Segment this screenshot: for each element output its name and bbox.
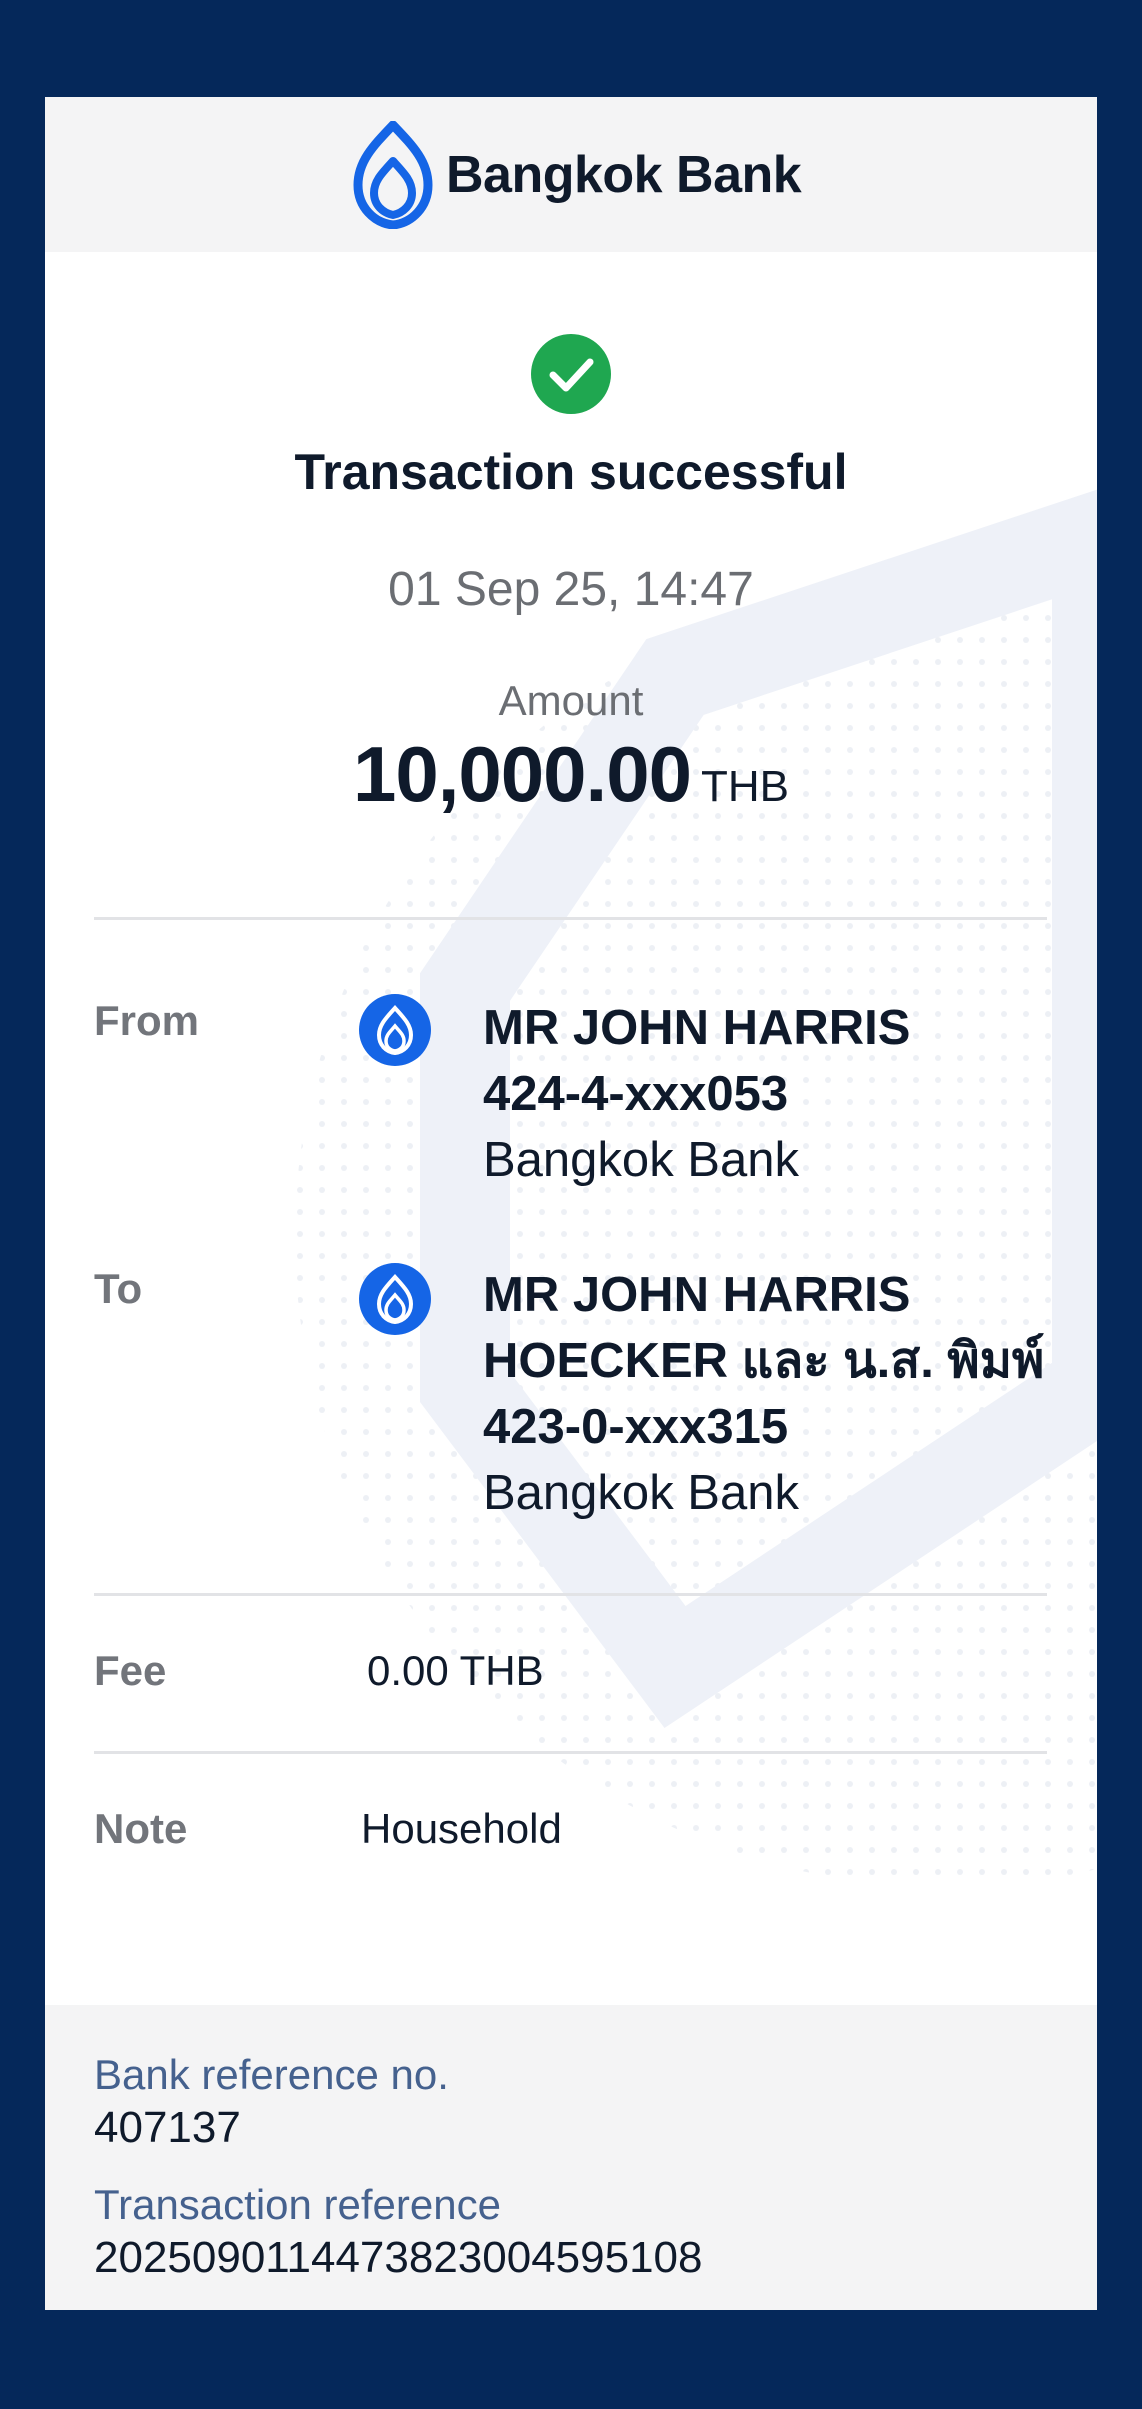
fee-value: 0.00 THB (367, 1647, 544, 1694)
from-bank-name: Bangkok Bank (483, 1133, 799, 1187)
divider (94, 1751, 1047, 1754)
note-value: Household (361, 1805, 562, 1852)
to-label: To (94, 1265, 143, 1312)
bangkok-bank-logo-icon (353, 121, 433, 229)
receipt-card: Bangkok Bank Transaction successful 01 S… (45, 97, 1097, 2310)
brand-logo: Bangkok Bank (352, 121, 802, 229)
divider (94, 917, 1047, 920)
receipt-header: Bangkok Bank (45, 97, 1097, 252)
to-account-details: MR JOHN HARRIS HOECKER และ น.ส. พิมพ์ 42… (483, 1262, 1044, 1526)
amount-label: Amount (498, 677, 644, 724)
from-account-details: MR JOHN HARRIS 424-4-xxx053 Bangkok Bank (483, 995, 910, 1193)
status-title: Transaction successful (294, 444, 848, 500)
note-label: Note (94, 1805, 188, 1852)
bangkok-bank-icon (359, 994, 431, 1066)
from-label: From (94, 997, 199, 1044)
brand-name: Bangkok Bank (446, 146, 802, 204)
to-account-number: 423-0-xxx315 (483, 1400, 789, 1454)
bangkok-bank-icon (359, 1263, 431, 1335)
to-bank-name: Bangkok Bank (483, 1466, 799, 1520)
amount-row: 10,000.00 THB (45, 729, 1097, 820)
transaction-reference-label: Transaction reference (94, 2181, 501, 2228)
to-name-line1: MR JOHN HARRIS (483, 1268, 911, 1322)
fee-label: Fee (94, 1647, 167, 1694)
amount-currency: THB (701, 762, 789, 811)
from-name: MR JOHN HARRIS (483, 1001, 911, 1055)
transaction-reference-value: 202509011447382300459510​8 (94, 2233, 703, 2282)
bank-reference-value: 407137 (94, 2103, 241, 2152)
to-name-line2: HOECKER และ น.ส. พิมพ์ (483, 1334, 1045, 1388)
bank-reference-label: Bank reference no. (94, 2051, 449, 2098)
divider (94, 1593, 1047, 1596)
from-account-number: 424-4-xxx053 (483, 1067, 789, 1121)
amount-value: 10,000.00 (352, 730, 692, 818)
success-check-icon (531, 334, 611, 414)
transaction-datetime: 01 Sep 25, 14:47 (388, 563, 754, 616)
reference-footer: Bank reference no. 407137 Transaction re… (45, 2005, 1097, 2310)
